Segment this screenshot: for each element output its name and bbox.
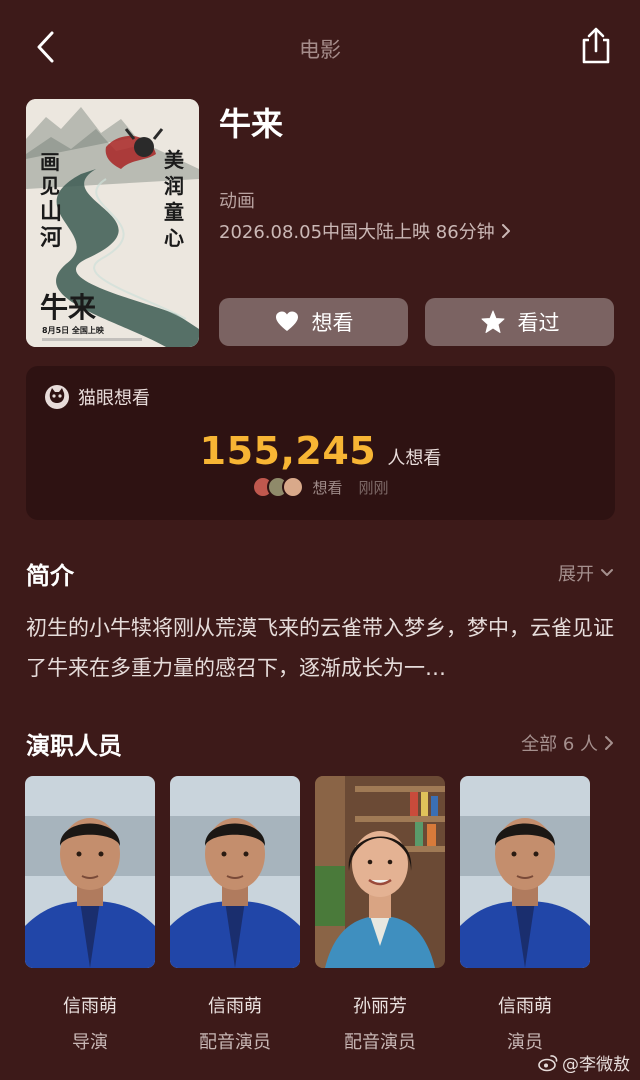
recent-want-row: 想看 刚刚 — [26, 476, 615, 498]
chevron-down-icon — [601, 569, 613, 576]
intro-section-title: 简介 — [26, 562, 74, 590]
cast-card[interactable]: 信雨萌 演员 — [460, 776, 590, 1054]
chevron-right-icon — [605, 736, 613, 750]
cast-name: 孙丽芳 — [353, 996, 407, 1017]
weibo-icon — [538, 1054, 558, 1071]
cast-name: 信雨萌 — [208, 996, 262, 1017]
cast-photo — [170, 776, 300, 968]
recent-want-time: 刚刚 — [358, 478, 389, 497]
page-title: 电影 — [299, 38, 341, 62]
poster-vertical-right-1: 美 — [164, 148, 185, 172]
want-to-watch-button[interactable]: 想看 — [219, 298, 408, 346]
watermark-text: @李微敖 — [562, 1055, 630, 1075]
weibo-watermark: @李微敖 — [538, 1050, 630, 1075]
poster-vertical-right-4: 心 — [164, 226, 184, 250]
avatar — [282, 476, 305, 498]
movie-poster[interactable]: 画 见 山 河 美 润 童 心 牛来 8月5日 全国上映 — [26, 99, 199, 347]
avatar-group — [252, 476, 305, 498]
poster-vertical-left-4: 河 — [40, 225, 62, 251]
share-icon[interactable] — [578, 26, 614, 66]
cast-role: 配音演员 — [344, 1032, 416, 1053]
cast-name: 信雨萌 — [498, 996, 552, 1017]
cast-card[interactable]: 孙丽芳 配音演员 — [315, 776, 445, 1054]
poster-title: 牛来 — [40, 291, 96, 324]
poster-vertical-right-3: 童 — [164, 200, 184, 224]
star-icon — [481, 310, 504, 333]
poster-artwork: 画 见 山 河 美 润 童 心 牛来 8月5日 全国上映 — [26, 99, 199, 347]
release-info[interactable]: 2026.08.05中国大陆上映 86分钟 — [219, 218, 511, 244]
poster-vertical-left-2: 见 — [40, 174, 60, 198]
maoyan-cat-icon — [45, 385, 69, 409]
chevron-right-icon — [501, 224, 510, 238]
cast-all-link[interactable]: 全部 6 人 — [521, 730, 614, 756]
heart-icon — [275, 311, 298, 331]
cast-photo — [25, 776, 155, 968]
cast-photo — [460, 776, 590, 968]
cast-all-label: 全部 6 人 — [521, 734, 598, 755]
cast-card[interactable]: 信雨萌 导演 — [25, 776, 155, 1054]
cast-name: 信雨萌 — [63, 996, 117, 1017]
movie-genre: 动画 — [219, 191, 255, 212]
release-text: 2026.08.05中国大陆上映 86分钟 — [219, 222, 495, 243]
maoyan-label: 猫眼想看 — [78, 388, 150, 409]
movie-title: 牛来 — [219, 105, 284, 143]
want-label: 想看 — [311, 311, 354, 335]
poster-vertical-right-2: 润 — [164, 174, 184, 198]
expand-button[interactable]: 展开 — [558, 560, 614, 586]
want-count-row: 155,245 人想看 — [26, 429, 615, 473]
want-count-unit: 人想看 — [387, 448, 442, 469]
poster-vertical-left-3: 山 — [40, 199, 62, 225]
cast-card[interactable]: 信雨萌 配音演员 — [170, 776, 300, 1054]
want-count: 155,245 — [199, 429, 377, 473]
seen-label: 看过 — [517, 311, 560, 335]
top-nav-bar: 电影 — [0, 0, 640, 96]
cast-role: 配音演员 — [199, 1032, 271, 1053]
cast-photo — [315, 776, 445, 968]
cast-section-title: 演职人员 — [26, 732, 122, 760]
watched-button[interactable]: 看过 — [425, 298, 614, 346]
recent-want-label: 想看 — [312, 478, 343, 497]
poster-vertical-left-1: 画 — [40, 150, 60, 174]
expand-label: 展开 — [558, 564, 594, 585]
maoyan-want-card[interactable]: 猫眼想看 155,245 人想看 想看 刚刚 — [26, 366, 615, 520]
intro-text: 初生的小牛犊将刚从荒漠飞来的云雀带入梦乡，梦中，云雀见证了牛来在多重力量的感召下… — [26, 616, 614, 680]
maoyan-header: 猫眼想看 — [44, 384, 150, 410]
cast-role: 导演 — [72, 1032, 108, 1053]
poster-date: 8月5日 全国上映 — [42, 325, 105, 335]
